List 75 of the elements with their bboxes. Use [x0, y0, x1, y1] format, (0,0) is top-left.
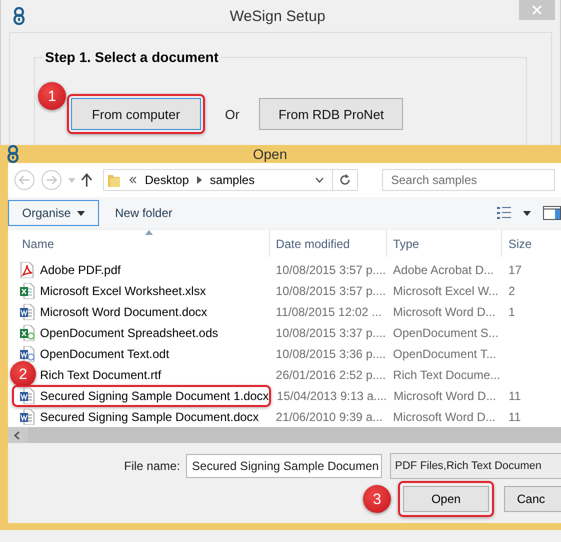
date-cell-text: 10/08/2015 3:57 p.... [274, 262, 387, 276]
chevrons-icon [128, 176, 137, 184]
caret-icon[interactable] [523, 210, 531, 216]
breadcrumb-item[interactable]: samples [210, 173, 255, 187]
file-name[interactable]: OpenDocument Text.odt [40, 346, 170, 360]
file-name[interactable]: Secured Signing Sample Document 1.docx [40, 388, 269, 402]
group-title: Step 1. Select a document [43, 49, 220, 65]
file-name[interactable]: Rich Text Document.rtf [40, 368, 162, 382]
type-cell-text: Microsoft Word D... [392, 410, 496, 424]
column-header[interactable]: Date modified [270, 230, 388, 257]
field-label: File name: [124, 459, 180, 473]
separator-text: Or [225, 106, 240, 122]
organise-button[interactable]: Organise [8, 200, 99, 226]
size-cell-text: 11 [508, 388, 522, 402]
word-file-icon [20, 408, 35, 424]
breadcrumb-item[interactable]: Desktop [144, 173, 189, 187]
date-cell-text: 10/08/2015 3:37 p.... [274, 326, 387, 340]
type-cell-text: Microsoft Word D... [392, 388, 498, 402]
file-name[interactable]: Secured Signing Sample Document.docx [40, 410, 259, 424]
file-name-field[interactable]: Secured Signing Sample Documen [186, 454, 382, 478]
size-cell-text: 11 [507, 410, 522, 424]
type-cell-text: Microsoft Word D... [392, 304, 496, 318]
folder-icon [106, 172, 121, 188]
lock-logo-icon [7, 145, 19, 163]
file-name[interactable]: OpenDocument Spreadsheet.ods [40, 326, 218, 340]
date-cell-text: 15/04/2013 9:13 a.... [276, 388, 388, 402]
dialog-button[interactable]: Open [403, 486, 489, 512]
date-cell-text: 21/06/2010 9:39 a... [274, 410, 384, 424]
lock-logo-icon [13, 7, 25, 25]
source-button[interactable]: From computer [71, 98, 201, 130]
word-file-icon [20, 304, 35, 320]
address-bar[interactable]: Desktop samples [102, 169, 358, 191]
new-folder-button[interactable]: New folder [111, 206, 176, 220]
step-badge: 2 [10, 361, 36, 387]
up-arrow-icon[interactable] [81, 173, 93, 187]
size-cell-text: 1 [507, 304, 516, 318]
window-title: WeSign Setup [228, 8, 326, 24]
size-cell-text: 2 [507, 284, 516, 298]
scroll-left-icon[interactable] [14, 430, 20, 440]
date-cell-text: 10/08/2015 3:36 p.... [274, 346, 387, 360]
type-cell-text: Rich Text Docume... [392, 368, 502, 382]
dropdown-chevron-icon [314, 177, 324, 183]
pdf-file-icon [20, 262, 35, 278]
column-header[interactable]: Name [8, 230, 270, 257]
spreadsheet-file-icon [20, 282, 35, 298]
preview-pane-icon[interactable] [543, 206, 561, 220]
word-file-icon [20, 388, 35, 404]
file-name[interactable]: Adobe PDF.pdf [40, 262, 121, 276]
chevron-right-icon [196, 176, 202, 184]
type-cell-text: OpenDocument T... [392, 346, 498, 360]
source-button[interactable]: From RDB ProNet [259, 98, 403, 130]
step-badge: 3 [363, 485, 391, 513]
column-header[interactable]: Type [387, 230, 502, 257]
dialog-title: Open [252, 146, 288, 162]
type-cell-text: Microsoft Excel W... [392, 284, 500, 298]
search-field[interactable]: Search samples [382, 169, 555, 191]
step-badge: 1 [38, 82, 66, 110]
date-cell-text: 26/01/2016 2:52 p.... [274, 368, 387, 382]
date-cell-text: 10/08/2015 3:57 p.... [274, 284, 387, 298]
type-cell-text: Adobe Acrobat D... [392, 262, 495, 276]
refresh-icon[interactable] [338, 174, 351, 186]
close-icon [532, 5, 542, 15]
size-cell-text: 17 [507, 262, 523, 276]
date-cell-text: 11/08/2015 12:02 ... [274, 304, 383, 318]
word-file-icon [20, 346, 35, 362]
view-list-icon[interactable] [497, 207, 511, 219]
spreadsheet-file-icon [20, 324, 35, 340]
file-name[interactable]: Microsoft Excel Worksheet.xlsx [40, 284, 206, 298]
field-value: Secured Signing Sample Documen [192, 459, 379, 473]
file-name[interactable]: Microsoft Word Document.docx [40, 304, 208, 318]
type-cell-text: OpenDocument S... [392, 326, 500, 340]
caret-icon [76, 210, 85, 216]
file-type-dropdown[interactable]: PDF Files,Rich Text Documen [390, 453, 561, 479]
dialog-button[interactable]: Canc [504, 486, 561, 512]
column-header[interactable]: Size [502, 230, 561, 257]
